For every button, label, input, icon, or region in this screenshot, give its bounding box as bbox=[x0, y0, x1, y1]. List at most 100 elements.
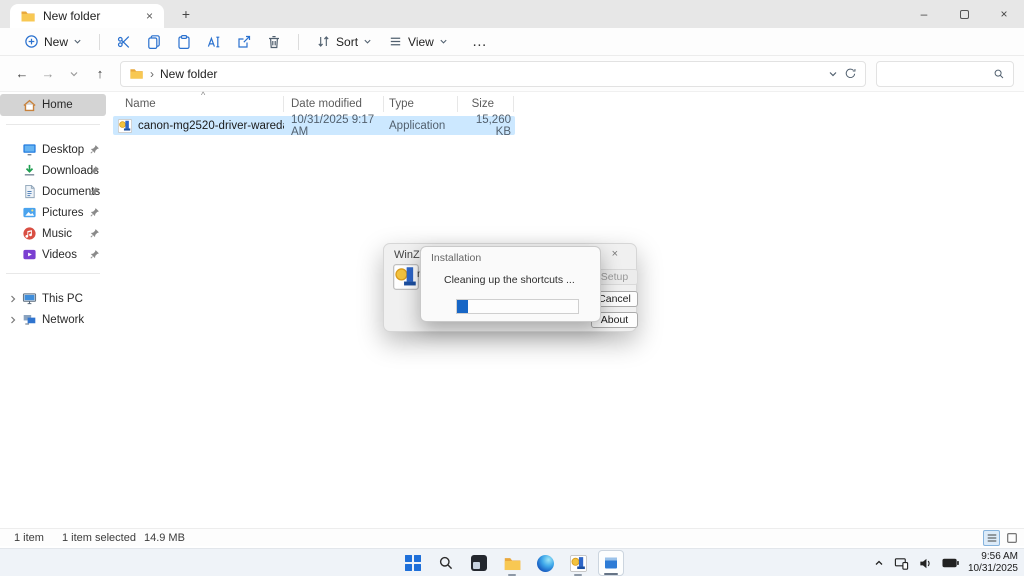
status-bar: 1 item 1 item selected 14.9 MB bbox=[0, 528, 1024, 546]
plus-circle-icon bbox=[24, 34, 39, 49]
sidebar-item-network[interactable]: Network bbox=[0, 309, 106, 330]
sidebar-item-music[interactable]: Music bbox=[0, 223, 106, 244]
taskbar-search-button[interactable] bbox=[433, 550, 459, 576]
tray-chevron-up-icon[interactable] bbox=[873, 557, 885, 569]
speaker-icon[interactable] bbox=[918, 556, 933, 571]
sort-ascending-icon: ^ bbox=[201, 90, 206, 100]
close-button[interactable]: × bbox=[984, 0, 1024, 28]
trash-icon bbox=[266, 34, 282, 50]
sidebar-item-label: Music bbox=[42, 227, 73, 240]
installation-progress-bar bbox=[456, 299, 579, 314]
breadcrumb[interactable]: New folder bbox=[160, 67, 217, 81]
taskbar-center bbox=[0, 549, 1024, 576]
sidebar-item-pictures[interactable]: Pictures bbox=[0, 202, 106, 223]
chevron-down-icon bbox=[363, 37, 372, 46]
dialog-close-icon[interactable]: × bbox=[612, 248, 618, 260]
taskbar-app-button[interactable] bbox=[466, 550, 492, 576]
file-row-selected[interactable]: canon-mg2520-driver-waredata.com 10/31/2… bbox=[113, 114, 515, 138]
share-button[interactable] bbox=[229, 30, 259, 54]
pin-icon bbox=[89, 249, 100, 260]
sort-button[interactable]: Sort bbox=[308, 30, 380, 54]
search-icon bbox=[438, 555, 454, 571]
search-icon[interactable] bbox=[993, 68, 1005, 80]
taskbar-active-window-button[interactable] bbox=[598, 550, 624, 576]
window-controls: – × bbox=[904, 0, 1024, 28]
rename-button[interactable] bbox=[199, 30, 229, 54]
sidebar-item-videos[interactable]: Videos bbox=[0, 244, 106, 265]
chevron-down-icon bbox=[439, 37, 448, 46]
sidebar-item-downloads[interactable]: Downloads bbox=[0, 160, 106, 181]
chevron-down-icon bbox=[73, 37, 82, 46]
installation-message: Cleaning up the shortcuts ... bbox=[444, 274, 575, 286]
network-icon bbox=[22, 312, 37, 327]
address-dropdown-icon[interactable] bbox=[828, 69, 838, 79]
up-button[interactable]: ↑ bbox=[88, 62, 112, 86]
explorer-tab[interactable]: New folder × bbox=[10, 4, 164, 28]
desktop: New folder × + – × New Sort View … ← → ↑… bbox=[0, 0, 1024, 576]
recent-locations-button[interactable] bbox=[62, 62, 86, 86]
sort-button-label: Sort bbox=[336, 34, 359, 49]
network-display-icon[interactable] bbox=[894, 556, 909, 571]
sidebar-item-documents[interactable]: Documents bbox=[0, 181, 106, 202]
details-view-button[interactable] bbox=[983, 530, 1000, 546]
new-tab-button[interactable]: + bbox=[176, 4, 196, 24]
battery-icon[interactable] bbox=[942, 558, 959, 568]
chevron-right-icon[interactable] bbox=[8, 294, 18, 304]
more-options-button[interactable]: … bbox=[462, 30, 498, 54]
edge-icon bbox=[536, 554, 554, 572]
clock-time: 9:56 AM bbox=[981, 550, 1018, 562]
share-icon bbox=[236, 34, 252, 50]
cut-button[interactable] bbox=[109, 30, 139, 54]
winzip-app-icon bbox=[569, 554, 587, 572]
home-icon bbox=[22, 98, 37, 113]
column-header-date-modified[interactable]: Date modified bbox=[284, 98, 384, 110]
column-header-type[interactable]: Type bbox=[384, 98, 458, 110]
new-button-label: New bbox=[44, 34, 69, 49]
back-button[interactable]: ← bbox=[10, 62, 34, 86]
pictures-icon bbox=[22, 205, 37, 220]
minimize-button[interactable]: – bbox=[904, 0, 944, 28]
this-pc-icon bbox=[22, 291, 37, 306]
chevron-right-icon[interactable] bbox=[8, 315, 18, 325]
music-icon bbox=[22, 226, 37, 241]
tab-close-icon[interactable]: × bbox=[143, 10, 156, 22]
sidebar-divider bbox=[6, 124, 100, 125]
search-input[interactable] bbox=[885, 67, 993, 80]
toolbar-separator bbox=[298, 33, 300, 50]
paste-button[interactable] bbox=[169, 30, 199, 54]
taskbar-winzip-button[interactable] bbox=[565, 550, 591, 576]
search-box bbox=[876, 60, 1014, 87]
pin-icon bbox=[89, 165, 100, 176]
taskbar-edge-button[interactable] bbox=[532, 550, 558, 576]
forward-button[interactable]: → bbox=[36, 62, 60, 86]
new-button[interactable]: New bbox=[16, 30, 90, 54]
large-icons-view-button[interactable] bbox=[1003, 530, 1020, 546]
sidebar-item-label: Home bbox=[42, 99, 73, 111]
sidebar-item-desktop[interactable]: Desktop bbox=[0, 139, 106, 160]
maximize-button[interactable] bbox=[944, 0, 984, 28]
sidebar-item-label: Network bbox=[42, 313, 85, 326]
view-button[interactable]: View bbox=[380, 30, 456, 54]
taskbar-clock[interactable]: 9:56 AM 10/31/2025 bbox=[968, 551, 1018, 576]
sort-icon bbox=[316, 34, 331, 49]
start-button[interactable] bbox=[400, 550, 426, 576]
sidebar-item-this-pc[interactable]: This PC bbox=[0, 288, 106, 309]
column-header-size[interactable]: Size bbox=[458, 98, 514, 110]
breadcrumb-box[interactable]: › New folder bbox=[120, 60, 866, 87]
taskbar-file-explorer-button[interactable] bbox=[499, 550, 525, 576]
refresh-icon[interactable] bbox=[844, 67, 857, 80]
sidebar-item-label: Pictures bbox=[42, 206, 84, 219]
sidebar-divider bbox=[6, 273, 100, 274]
folder-icon bbox=[129, 66, 144, 81]
sidebar-item-home[interactable]: Home bbox=[0, 94, 106, 116]
column-header-name[interactable]: Name bbox=[113, 98, 284, 110]
system-tray: 9:56 AM 10/31/2025 bbox=[873, 549, 1018, 576]
toolbar-separator bbox=[99, 33, 101, 50]
command-bar: New Sort View … bbox=[0, 28, 1024, 56]
pin-icon bbox=[89, 144, 100, 155]
app-window-icon bbox=[471, 555, 487, 571]
installation-dialog: Installation Cleaning up the shortcuts .… bbox=[420, 246, 601, 322]
copy-button[interactable] bbox=[139, 30, 169, 54]
delete-button[interactable] bbox=[259, 30, 289, 54]
tab-bar: New folder × + – × bbox=[0, 0, 1024, 28]
